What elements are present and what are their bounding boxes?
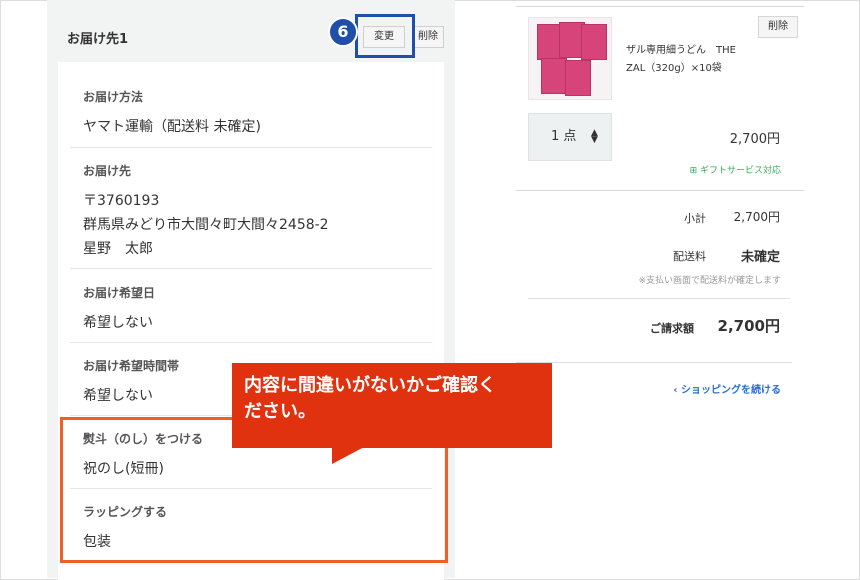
gift-icon: ⊞ bbox=[689, 166, 698, 176]
continue-shopping-link[interactable]: ‹ ショッピングを続ける bbox=[640, 381, 781, 396]
shipping-note: ※支払い画面で配送料が確定します bbox=[638, 276, 781, 286]
product-pack-shape bbox=[565, 60, 591, 96]
shipping-label: 配送料 bbox=[673, 250, 706, 263]
total-label: ご請求額 bbox=[650, 322, 694, 335]
delete-delivery-button[interactable]: 削除 bbox=[412, 26, 444, 48]
divider bbox=[528, 298, 790, 299]
shipping-value: 未確定 bbox=[740, 250, 780, 265]
callout-text-line2: ださい。 bbox=[244, 401, 316, 422]
product-pack-shape bbox=[581, 24, 607, 60]
instruction-callout: 内容に間違いがないかご確認く ださい。 bbox=[232, 363, 552, 448]
delivery-method-label: お届け方法 bbox=[83, 90, 144, 104]
divider bbox=[70, 147, 432, 148]
product-name[interactable]: ザル専用細うどん THE ZAL（320g）×10袋 bbox=[626, 42, 766, 78]
step-number-badge: 6 bbox=[328, 17, 358, 47]
product-image bbox=[528, 17, 612, 100]
callout-tail bbox=[332, 446, 366, 464]
gift-service-text: ギフトサービス対応 bbox=[699, 166, 781, 176]
divider bbox=[70, 268, 432, 269]
delivery-title: お届け先1 bbox=[67, 32, 129, 47]
callout-text-line1: 内容に間違いがないかご確認く bbox=[244, 375, 496, 396]
gift-service-label: ⊞ ギフトサービス対応 bbox=[660, 163, 781, 176]
address-line: 群馬県みどり市大間々町大間々2458-2 bbox=[83, 217, 329, 233]
up-down-arrows-icon: ▲ ▼ bbox=[591, 128, 598, 145]
divider bbox=[516, 190, 804, 191]
item-price: 2,700円 bbox=[729, 132, 780, 147]
delivery-method-value: ヤマト運輸（配送料 未確定) bbox=[83, 119, 261, 135]
divider bbox=[70, 342, 432, 343]
change-button-highlight bbox=[355, 14, 415, 58]
product-pack-shape bbox=[541, 58, 567, 94]
delivery-date-value: 希望しない bbox=[83, 315, 153, 331]
delivery-date-section: お届け希望日 希望しない bbox=[83, 284, 431, 335]
delivery-address-value: 〒3760193 群馬県みどり市大間々町大間々2458-2 星野 太郎 bbox=[83, 189, 431, 261]
delivery-date-label: お届け希望日 bbox=[83, 286, 156, 300]
divider bbox=[516, 6, 804, 7]
quantity-value: 1 点 bbox=[551, 129, 577, 144]
delivery-address-section: お届け先 〒3760193 群馬県みどり市大間々町大間々2458-2 星野 太郎 bbox=[83, 162, 431, 261]
postal-code: 〒3760193 bbox=[83, 193, 160, 209]
delivery-address-label: お届け先 bbox=[83, 164, 132, 178]
product-name-line2: ZAL（320g）×10袋 bbox=[626, 63, 722, 74]
subtotal-value: 2,700円 bbox=[733, 210, 780, 224]
quantity-selector[interactable]: 1 点 ▲ ▼ bbox=[528, 113, 612, 161]
product-name-line1: ザル専用細うどん THE bbox=[626, 45, 736, 56]
total-value: 2,700円 bbox=[717, 317, 780, 335]
recipient-name: 星野 太郎 bbox=[83, 241, 153, 257]
subtotal-label: 小計 bbox=[684, 212, 706, 225]
delete-item-button[interactable]: 削除 bbox=[758, 16, 798, 38]
divider bbox=[516, 362, 792, 363]
continue-shopping-text: ショッピングを続ける bbox=[681, 385, 781, 396]
chevron-left-icon: ‹ bbox=[673, 385, 681, 396]
delivery-method-section: お届け方法 ヤマト運輸（配送料 未確定) bbox=[83, 88, 431, 139]
